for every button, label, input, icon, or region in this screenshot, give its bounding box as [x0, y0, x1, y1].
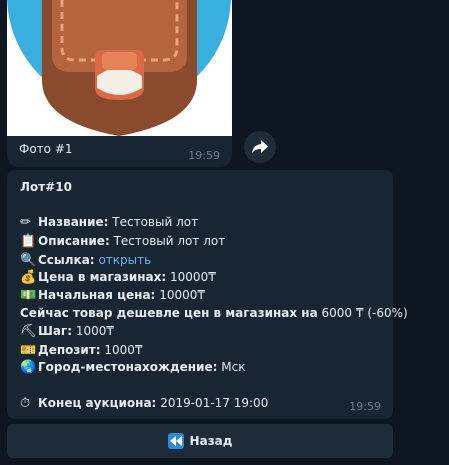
photo-timestamp: 19:59	[188, 149, 220, 162]
forward-button[interactable]	[244, 131, 276, 163]
lot-description-row: 📋 Описание: Тестовый лот лот	[20, 234, 226, 249]
lot-step-row: ⛏Шаг: 1000₸	[20, 324, 115, 339]
lot-message: Лот#10 ✏ Название: Тестовый лот 📋 Описание…	[7, 170, 408, 419]
clipboard-icon: 📋	[20, 234, 37, 249]
lot-deposit-row: 🎫 Депозит: 1000₸	[20, 343, 143, 358]
rewind-icon	[167, 433, 184, 449]
money-icon: 💵	[20, 288, 37, 303]
message-timestamp: 19:59	[349, 400, 381, 413]
pick-icon: ⛏	[20, 324, 37, 339]
photo-image[interactable]	[7, 0, 232, 136]
lot-city-row: 🌏 Город-местонахождение: Мск	[20, 360, 246, 375]
lot-link-row: 🔍 Ссылка: открыть	[20, 253, 152, 268]
lot-end-row: ⏱ Конец аукциона: 2019-01-17 19:00	[20, 396, 269, 411]
money-bag-icon: 💰	[20, 270, 37, 285]
photo-message[interactable]: Фото #1 19:59	[7, 0, 232, 167]
photo-caption: Фото #1	[19, 142, 73, 156]
stopwatch-icon: ⏱	[20, 396, 31, 411]
open-link[interactable]: открыть	[98, 253, 151, 267]
forward-arrow-icon	[252, 140, 268, 153]
magnifier-icon: 🔍	[20, 253, 37, 268]
ticket-icon: 🎫	[20, 343, 37, 358]
pencil-icon: ✏	[20, 215, 31, 230]
lot-title: Лот#10	[20, 180, 72, 194]
globe-icon: 🌏	[20, 360, 37, 375]
bag-illustration	[7, 0, 231, 136]
lot-store-price-row: 💰 Цена в магазинах: 10000₸	[20, 270, 216, 285]
lot-cheaper-row: Сейчас товар дешевле цен в магазинах на …	[20, 306, 408, 320]
back-button[interactable]: Назад	[7, 424, 393, 458]
lot-start-price-row: 💵 Начальная цена: 10000₸	[20, 288, 205, 303]
lot-name-row: ✏ Название: Тестовый лот	[20, 215, 199, 230]
back-button-label: Назад	[189, 434, 233, 448]
